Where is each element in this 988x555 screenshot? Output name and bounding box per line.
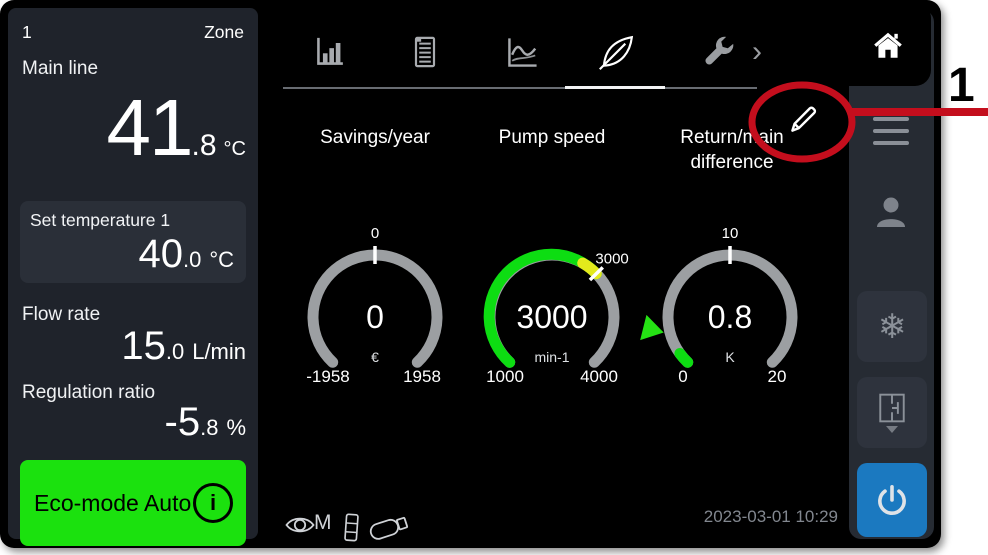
set-temperature-card[interactable]: Set temperature 1 40 .0 °C	[20, 201, 246, 283]
tab-report[interactable]	[405, 32, 445, 72]
svg-text:3000: 3000	[595, 250, 628, 267]
leaf-icon	[598, 33, 636, 71]
gauge-return-diff: 10 0.8 K 0 20	[642, 225, 818, 401]
datetime-display: 2023-03-01 10:29	[630, 507, 838, 527]
set-temperature-int: 40	[138, 234, 183, 274]
tab-eco[interactable]	[597, 32, 637, 72]
caret-down-icon	[886, 426, 898, 433]
tab-underline	[283, 87, 757, 89]
eco-mode-button[interactable]: Eco-mode Auto i	[20, 460, 246, 546]
tab-underline-active	[565, 86, 665, 89]
svg-text:20: 20	[768, 367, 787, 386]
svg-text:10: 10	[722, 225, 739, 242]
regulation-ratio-unit: %	[226, 415, 246, 441]
menu-button[interactable]	[873, 117, 909, 145]
regulation-ratio-value: -5 .8 %	[165, 402, 247, 442]
user-icon	[874, 196, 908, 230]
screenshot-stage: 1 Zone Main line 41 .8 °C Set temperatur…	[0, 0, 988, 555]
report-icon	[407, 34, 443, 70]
svg-text:0.8: 0.8	[708, 299, 752, 335]
set-temperature-label: Set temperature 1	[30, 210, 170, 231]
zones-icon	[876, 392, 908, 424]
set-temperature-value: 40 .0 °C	[138, 234, 234, 274]
gauge-title-pump-speed: Pump speed	[464, 126, 640, 151]
zone-number: 1	[22, 22, 32, 43]
svg-text:€: €	[371, 349, 379, 365]
svg-text:4000: 4000	[580, 367, 618, 386]
power-button[interactable]	[857, 463, 927, 537]
flow-rate-int: 15	[121, 326, 166, 366]
info-icon: i	[193, 483, 233, 523]
menu-icon	[873, 117, 909, 121]
gauge-title-savings: Savings/year	[287, 126, 463, 151]
eye-icon	[285, 514, 315, 536]
user-button[interactable]	[874, 196, 908, 230]
flow-rate-value: 15 .0 L/min	[121, 326, 246, 366]
main-line-int: 41	[107, 90, 192, 166]
tabs-more-button[interactable]: ›	[744, 34, 770, 70]
usb-drive-icon	[368, 511, 412, 543]
svg-text:0: 0	[371, 225, 379, 242]
gauge-savings: 0 0 € -1958 1958	[287, 225, 463, 401]
regulation-ratio-dec: .8	[200, 415, 218, 441]
svg-text:min-1: min-1	[534, 349, 569, 365]
main-line-value: 41 .8 °C	[107, 90, 246, 166]
regulation-ratio-int: -5	[165, 402, 201, 442]
main-line-unit: °C	[224, 138, 246, 161]
svg-text:3000: 3000	[516, 299, 587, 335]
svg-text:0: 0	[678, 367, 687, 386]
home-icon	[871, 29, 905, 61]
chevron-right-icon: ›	[752, 35, 762, 68]
zones-button[interactable]	[857, 377, 927, 448]
mode-indicator: M	[314, 511, 332, 535]
zone-panel: 1 Zone Main line 41 .8 °C Set temperatur…	[8, 8, 258, 539]
tab-statistics[interactable]	[310, 32, 350, 72]
tab-settings[interactable]	[698, 32, 738, 72]
wrench-icon	[701, 35, 735, 69]
tab-trend[interactable]	[503, 32, 543, 72]
bar-chart-icon	[312, 34, 348, 70]
svg-text:-1958: -1958	[306, 367, 349, 386]
cooling-mode-button[interactable]: ❄	[857, 291, 927, 362]
regulation-ratio-label: Regulation ratio	[22, 382, 155, 404]
nav-sidebar	[849, 10, 934, 539]
trend-icon	[504, 33, 542, 71]
set-temperature-dec: .0	[183, 247, 201, 273]
zone-label: Zone	[204, 22, 244, 43]
flow-rate-unit: L/min	[192, 339, 246, 365]
main-line-dec: .8	[192, 129, 217, 163]
power-icon	[873, 481, 911, 519]
home-button[interactable]	[845, 4, 931, 86]
annotation-label: 1	[948, 62, 975, 110]
eco-mode-label: Eco-mode Auto	[34, 490, 191, 517]
zone-header: 1 Zone	[22, 22, 244, 43]
flow-rate-dec: .0	[166, 339, 184, 365]
annotation-circle	[748, 81, 856, 163]
flow-rate-label: Flow rate	[22, 304, 100, 326]
module-icon	[343, 512, 361, 542]
svg-text:0: 0	[366, 299, 384, 335]
gauge-pump-speed: 3000 3000 min-1 1000 4000	[464, 225, 640, 401]
svg-text:1000: 1000	[486, 367, 524, 386]
snowflake-icon: ❄	[878, 307, 907, 347]
svg-text:K: K	[725, 349, 735, 365]
main-line-label: Main line	[22, 58, 98, 80]
svg-text:1958: 1958	[403, 367, 441, 386]
set-temperature-unit: °C	[209, 247, 234, 273]
